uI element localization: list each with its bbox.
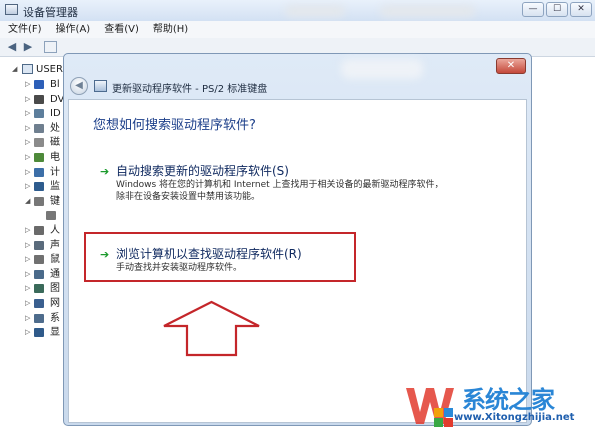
option-auto-search[interactable]: ➔ 自动搜索更新的驱动程序软件(S) Windows 将在您的计算机和 Inte… bbox=[93, 162, 493, 202]
tree-item[interactable]: ▷ 人 bbox=[0, 224, 70, 237]
expand-icon[interactable]: ▷ bbox=[25, 124, 30, 132]
blurred-region bbox=[341, 59, 423, 79]
watermark: 系统之家 www.Xitongzhijia.net bbox=[400, 376, 595, 433]
monitor-icon bbox=[34, 182, 44, 192]
expand-icon[interactable]: ▷ bbox=[25, 109, 30, 117]
display-adapter-icon bbox=[34, 328, 44, 338]
expand-icon[interactable]: ▷ bbox=[25, 314, 30, 322]
option-auto-search-title[interactable]: 自动搜索更新的驱动程序软件(S) bbox=[116, 162, 289, 179]
collapse-icon[interactable]: ◢ bbox=[12, 65, 17, 73]
expand-icon[interactable]: ▷ bbox=[25, 270, 30, 278]
background-titlebar: 设备管理器 — ☐ ✕ bbox=[0, 0, 595, 22]
sound-icon bbox=[34, 240, 44, 250]
computer-icon bbox=[22, 64, 33, 74]
hid-icon bbox=[34, 226, 44, 235]
tree-item[interactable]: ▷ DV bbox=[0, 93, 70, 106]
annotation-highlight-box bbox=[84, 232, 356, 282]
tree-item[interactable]: ▷ 通 bbox=[0, 268, 70, 281]
dvd-drive-icon bbox=[34, 94, 44, 104]
back-arrow-icon[interactable]: ◀ bbox=[70, 77, 88, 95]
expand-icon[interactable]: ▷ bbox=[25, 153, 30, 161]
tree-item[interactable]: ▷ 监 bbox=[0, 180, 70, 193]
keyboard-device-icon bbox=[46, 211, 56, 221]
menu-file[interactable]: 文件(F) bbox=[0, 21, 48, 38]
expand-icon[interactable]: ▷ bbox=[25, 241, 30, 249]
system-device-icon bbox=[34, 313, 44, 323]
expand-icon[interactable]: ▷ bbox=[25, 95, 30, 103]
watermark-logo-icon bbox=[406, 388, 454, 427]
tree-item[interactable]: ◢ 键 bbox=[0, 195, 70, 208]
tree-item[interactable]: ▷ 网 bbox=[0, 297, 70, 310]
tree-item[interactable]: ▷ 电 bbox=[0, 151, 70, 164]
close-button[interactable]: ✕ bbox=[570, 2, 592, 17]
blurred-region bbox=[285, 5, 345, 17]
dialog-question: 您想如何搜索驱动程序软件? bbox=[93, 118, 256, 133]
tree-root-label: USER bbox=[36, 64, 63, 75]
network-adapter-icon bbox=[34, 299, 44, 308]
window-controls: — ☐ ✕ bbox=[522, 2, 592, 17]
tree-item[interactable]: ▷ 显 bbox=[0, 326, 70, 339]
properties-icon[interactable] bbox=[44, 41, 57, 53]
annotation-up-arrow-icon bbox=[163, 300, 260, 357]
device-manager-app-icon bbox=[94, 80, 107, 92]
tree-item[interactable]: ▷ Bl bbox=[0, 78, 70, 91]
tree-item[interactable]: ▷ 计 bbox=[0, 166, 70, 179]
tree-item[interactable] bbox=[0, 209, 70, 222]
forward-arrow-icon[interactable]: ▶ bbox=[21, 40, 35, 53]
tree-item[interactable]: ▷ 鼠 bbox=[0, 253, 70, 266]
menu-view[interactable]: 查看(V) bbox=[96, 21, 145, 38]
device-tree: ◢ USER ▷ Bl ▷ DV ▷ ID ▷ 处 ▷ 磁 ▷ 电 ▷ 计 ▷ 监 ◢ 键 ▷ 人 ▷ 声 ▷ 鼠 ▷ 通 ▷ 图 ▷ 网… bbox=[0, 57, 70, 433]
menu-action[interactable]: 操作(A) bbox=[48, 21, 97, 38]
tree-item[interactable]: ▷ ID bbox=[0, 107, 70, 120]
blurred-region bbox=[380, 5, 475, 17]
tree-item[interactable]: ▷ 声 bbox=[0, 239, 70, 252]
menu-help[interactable]: 帮助(H) bbox=[145, 21, 194, 38]
background-window-title: 设备管理器 bbox=[23, 6, 78, 19]
dialog-header: ◀ 更新驱动程序软件 - PS/2 标准键盘 bbox=[68, 77, 527, 98]
tree-item[interactable]: ▷ 图 bbox=[0, 282, 70, 295]
option-auto-search-description: Windows 将在您的计算机和 Internet 上查找用于相关设备的最新驱动… bbox=[116, 180, 444, 202]
expand-icon[interactable]: ▷ bbox=[25, 284, 30, 292]
imaging-device-icon bbox=[34, 284, 44, 294]
tree-item[interactable]: ▷ 磁 bbox=[0, 136, 70, 149]
disk-drive-icon bbox=[34, 138, 44, 148]
dialog-close-button[interactable]: ✕ bbox=[496, 58, 526, 74]
dialog-title: 更新驱动程序软件 - PS/2 标准键盘 bbox=[112, 84, 268, 95]
back-arrow-icon[interactable]: ◀ bbox=[5, 40, 19, 53]
minimize-button[interactable]: — bbox=[522, 2, 544, 17]
expand-icon[interactable]: ▷ bbox=[25, 226, 30, 234]
processor-icon bbox=[34, 123, 44, 133]
expand-icon[interactable]: ▷ bbox=[25, 138, 30, 146]
maximize-button[interactable]: ☐ bbox=[546, 2, 568, 17]
green-arrow-icon: ➔ bbox=[100, 165, 110, 178]
expand-icon[interactable]: ▷ bbox=[25, 168, 30, 176]
watermark-brand: 系统之家 bbox=[462, 386, 555, 414]
battery-icon bbox=[34, 153, 44, 162]
device-manager-app-icon bbox=[5, 4, 18, 15]
expand-icon[interactable]: ▷ bbox=[25, 182, 30, 190]
watermark-url: www.Xitongzhijia.net bbox=[454, 412, 575, 423]
ide-controller-icon bbox=[34, 109, 44, 119]
bluetooth-icon bbox=[34, 80, 44, 89]
expand-icon[interactable]: ▷ bbox=[25, 299, 30, 307]
computer-icon bbox=[34, 167, 44, 177]
expand-icon[interactable]: ▷ bbox=[25, 80, 30, 88]
collapse-icon[interactable]: ◢ bbox=[25, 197, 30, 205]
tree-item[interactable]: ▷ 系 bbox=[0, 312, 70, 325]
expand-icon[interactable]: ▷ bbox=[25, 328, 30, 336]
expand-icon[interactable]: ▷ bbox=[25, 255, 30, 263]
tree-item[interactable]: ▷ 处 bbox=[0, 122, 70, 135]
mouse-icon bbox=[34, 255, 44, 265]
tree-root[interactable]: ◢ USER bbox=[0, 63, 70, 76]
menu-bar: 文件(F) 操作(A) 查看(V) 帮助(H) bbox=[0, 21, 595, 39]
keyboard-icon bbox=[34, 196, 44, 206]
usb-controller-icon bbox=[34, 269, 44, 279]
